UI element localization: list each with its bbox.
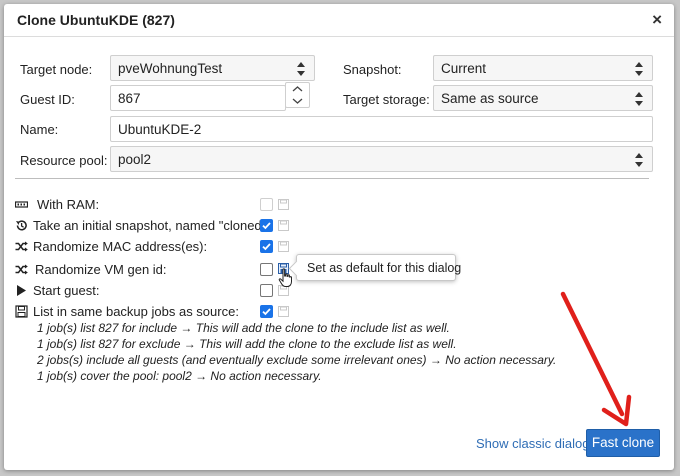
snapshot-value: Current: [441, 61, 487, 76]
target-node-label: Target node:: [20, 62, 93, 77]
shuffle-icon: [15, 264, 28, 275]
option-label: Take an initial snapshot, named "cloned"…: [33, 218, 270, 233]
target-node-select[interactable]: pveWohnungTest: [110, 55, 315, 81]
save-default-icon[interactable]: [278, 199, 289, 210]
guest-id-value: 867: [118, 91, 141, 106]
backup-info-line: 1 job(s) list 827 for exclude → This wil…: [37, 337, 457, 351]
sort-arrows-icon: [635, 92, 643, 106]
chevron-up-icon[interactable]: [286, 83, 309, 95]
option-label: List in same backup jobs as source:: [33, 304, 239, 319]
backup-info-line: 1 job(s) cover the pool: pool2 → No acti…: [37, 369, 322, 383]
checkmark-icon: [262, 308, 271, 316]
shuffle-icon: [15, 241, 28, 252]
section-divider: [15, 178, 649, 179]
resource-pool-value: pool2: [118, 152, 152, 167]
sort-arrows-icon: [297, 62, 305, 76]
resource-pool-select[interactable]: pool2: [110, 146, 653, 172]
option-label: With RAM:: [37, 197, 100, 212]
play-icon: [17, 285, 26, 296]
randomize-vmgenid-checkbox[interactable]: [260, 263, 273, 276]
name-value: UbuntuKDE-2: [118, 122, 202, 137]
name-input[interactable]: UbuntuKDE-2: [110, 116, 653, 142]
save-default-icon[interactable]: [278, 241, 289, 252]
snapshot-select[interactable]: Current: [433, 55, 653, 81]
randomize-mac-checkbox[interactable]: [260, 240, 273, 253]
chevron-down-icon[interactable]: [286, 95, 309, 107]
sort-arrows-icon: [635, 153, 643, 167]
backup-info-line: 2 jobs(s) include all guests (and eventu…: [37, 353, 557, 367]
guest-id-spinner[interactable]: [285, 82, 310, 108]
initial-snapshot-checkbox[interactable]: [260, 219, 273, 232]
checkmark-icon: [262, 243, 271, 251]
close-icon[interactable]: ×: [652, 10, 662, 30]
target-storage-label: Target storage:: [343, 92, 430, 107]
memory-icon: [15, 201, 28, 208]
name-label: Name:: [20, 122, 59, 137]
save-default-icon[interactable]: [278, 220, 289, 231]
target-storage-select[interactable]: Same as source: [433, 85, 653, 111]
target-node-value: pveWohnungTest: [118, 61, 223, 76]
target-storage-value: Same as source: [441, 91, 539, 106]
dialog-title: Clone UbuntuKDE (827): [17, 12, 175, 28]
backup-info-line: 1 job(s) list 827 for include → This wil…: [37, 321, 450, 335]
snapshot-label: Snapshot:: [343, 62, 402, 77]
tooltip-text: Set as default for this dialog: [307, 261, 462, 275]
checkmark-icon: [262, 222, 271, 230]
option-label: Randomize MAC address(es):: [33, 239, 208, 254]
sort-arrows-icon: [635, 62, 643, 76]
with-ram-checkbox[interactable]: [260, 198, 273, 211]
save-default-icon[interactable]: [278, 306, 289, 317]
option-label: Randomize VM gen id:: [35, 262, 167, 277]
show-classic-dialog-link[interactable]: Show classic dialog: [476, 436, 589, 451]
tooltip: Set as default for this dialog: [288, 254, 461, 281]
start-guest-checkbox[interactable]: [260, 284, 273, 297]
fast-clone-button[interactable]: Fast clone: [586, 429, 660, 457]
option-label: Start guest:: [33, 283, 100, 298]
guest-id-label: Guest ID:: [20, 92, 75, 107]
history-icon: [16, 220, 27, 231]
save-icon: [15, 305, 28, 318]
dialog-titlebar: Clone UbuntuKDE (827) ×: [4, 4, 674, 37]
resource-pool-label: Resource pool:: [20, 153, 108, 168]
fast-clone-label: Fast clone: [591, 435, 655, 450]
guest-id-input[interactable]: 867: [110, 85, 286, 111]
backup-jobs-checkbox[interactable]: [260, 305, 273, 318]
